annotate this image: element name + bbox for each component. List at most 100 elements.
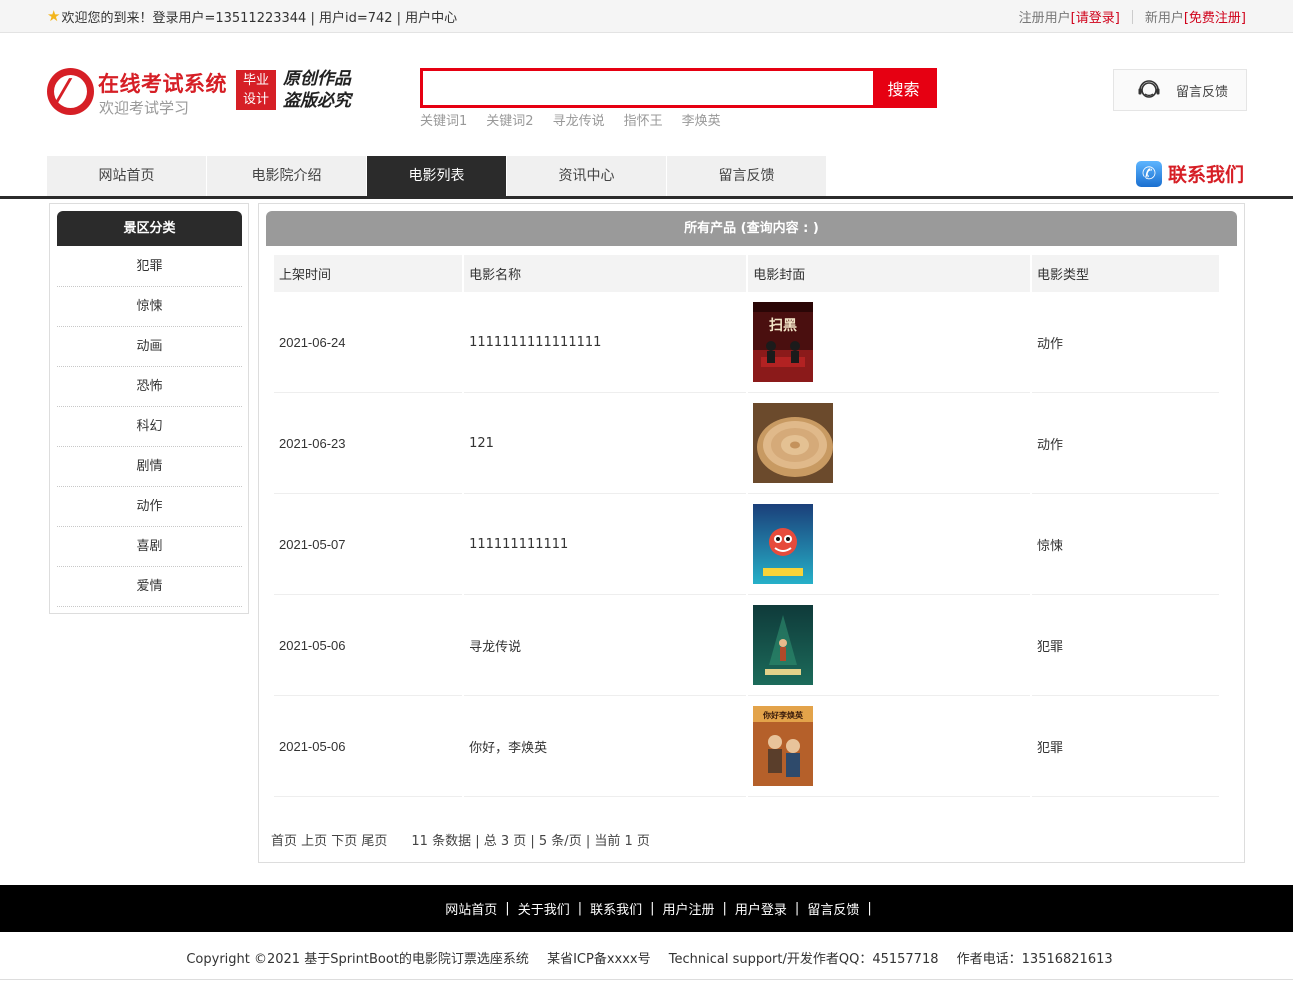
- movie-name[interactable]: 111111111111: [464, 494, 747, 595]
- search-button[interactable]: 搜索: [873, 71, 934, 105]
- movie-type: 犯罪: [1031, 595, 1219, 696]
- release-date: 2021-05-06: [274, 696, 463, 797]
- support-text: Technical support/开发作者QQ：45157718: [668, 952, 939, 967]
- footer-separator: |: [867, 901, 872, 916]
- poster-title-text: 扫黑: [769, 318, 797, 334]
- welcome-message: ★ 欢迎您的到来！登录用户=13511223344 | 用户id=742 | 用…: [47, 7, 457, 27]
- footer-link[interactable]: 关于我们: [510, 899, 578, 918]
- hot-keyword[interactable]: 指怀王: [624, 110, 663, 129]
- logo-subtitle: 欢迎考试学习: [99, 99, 190, 117]
- footer-link[interactable]: 网站首页: [437, 899, 505, 918]
- column-header: 电影名称: [464, 255, 747, 292]
- footer-link[interactable]: 用户登录: [727, 899, 795, 918]
- release-date: 2021-06-24: [274, 292, 463, 393]
- column-header: 电影类型: [1031, 255, 1219, 292]
- nav-item[interactable]: 资讯中心: [507, 156, 667, 196]
- table-row[interactable]: 2021-05-06 你好，李焕英 你好李焕英 犯罪: [274, 696, 1219, 797]
- movie-name[interactable]: 1111111111111111: [464, 292, 747, 393]
- welcome-text[interactable]: 欢迎您的到来！登录用户=13511223344 | 用户id=742 | 用户中…: [61, 7, 457, 26]
- contact-us-link[interactable]: ✆ 联系我们: [1136, 160, 1244, 187]
- table-row[interactable]: 2021-06-23 121 动作: [274, 393, 1219, 494]
- category-item[interactable]: 恐怖: [57, 367, 242, 407]
- footer-link[interactable]: 留言反馈: [799, 899, 867, 918]
- register-label: 注册用户: [1018, 11, 1071, 26]
- sidebar-title: 景区分类: [57, 211, 242, 246]
- pager-links[interactable]: 首页 上页 下页 尾页: [271, 830, 387, 849]
- category-item[interactable]: 动画: [57, 327, 242, 367]
- movie-type: 犯罪: [1031, 696, 1219, 797]
- movie-cover[interactable]: 扫黑: [748, 292, 1030, 393]
- headset-icon: [1138, 80, 1160, 98]
- movie-cover[interactable]: 你好李焕英: [748, 696, 1030, 797]
- panel-title: 所有产品 (查询内容 : ): [266, 211, 1237, 246]
- search-input[interactable]: [423, 71, 873, 105]
- poster-image[interactable]: 你好李焕英: [753, 706, 814, 786]
- table-row[interactable]: 2021-05-06 寻龙传说 犯罪: [274, 595, 1219, 696]
- copyright: Copyright ©2021 基于SprintBoot的电影院订票选座系统 某…: [0, 948, 1293, 967]
- footer-link[interactable]: 用户注册: [655, 899, 723, 918]
- movie-type: 动作: [1031, 292, 1219, 393]
- login-link[interactable]: [请登录]: [1071, 7, 1120, 26]
- divider: [1131, 9, 1133, 24]
- hot-keyword[interactable]: 李焕英: [682, 110, 721, 129]
- new-user-label: 新用户: [1144, 11, 1184, 26]
- category-item[interactable]: 喜剧: [57, 527, 242, 567]
- nav-item[interactable]: 网站首页: [47, 156, 207, 196]
- poster-image[interactable]: 扫黑: [753, 302, 814, 382]
- category-item[interactable]: 爱情: [57, 567, 242, 607]
- nav-item[interactable]: 留言反馈: [667, 156, 827, 196]
- table-row[interactable]: 2021-05-07 111111111111 惊悚: [274, 494, 1219, 595]
- poster-image[interactable]: [753, 403, 834, 483]
- site-logo[interactable]: / 在线考试系统 欢迎考试学习 毕业 设计 原创作品 盗版必究: [47, 68, 362, 117]
- movie-type: 惊悚: [1031, 494, 1219, 595]
- slogan-line-1: 原创作品: [283, 69, 351, 89]
- column-header: 上架时间: [274, 255, 463, 292]
- contact-label: 联系我们: [1168, 164, 1245, 186]
- poster-title-text: 你好李焕英: [762, 710, 804, 720]
- signup-link[interactable]: [免费注册]: [1184, 7, 1246, 26]
- copyright-text: Copyright ©2021 基于SprintBoot的电影院订票选座系统: [186, 952, 529, 967]
- hot-keyword[interactable]: 关键词2: [486, 110, 533, 129]
- footer-link[interactable]: 联系我们: [582, 899, 650, 918]
- movie-cover[interactable]: [748, 595, 1030, 696]
- nav-item[interactable]: 电影院介绍: [207, 156, 367, 196]
- movie-list-panel: 所有产品 (查询内容 : ) 上架时间 电影名称 电影封面 电影类型 2021-06-…: [258, 203, 1245, 863]
- movie-name[interactable]: 121: [464, 393, 747, 494]
- movie-name[interactable]: 寻龙传说: [464, 595, 747, 696]
- nav-item[interactable]: 电影列表: [367, 156, 507, 196]
- hot-keyword[interactable]: 寻龙传说: [553, 110, 605, 129]
- table-row[interactable]: 2021-06-24 1111111111111111 扫黑 动作: [274, 292, 1219, 393]
- badge-line-2: 设计: [242, 92, 269, 107]
- feedback-label: 留言反馈: [1176, 84, 1229, 100]
- slogan-line-2: 盗版必究: [283, 91, 351, 111]
- movie-cover[interactable]: [748, 494, 1030, 595]
- category-sidebar: 景区分类 犯罪 惊悚 动画 恐怖 科幻 剧情 动作 喜剧 爱情: [49, 203, 249, 614]
- pager-summary: 11 条数据 | 总 3 页 | 5 条/页 | 当前 1 页: [411, 834, 650, 849]
- hot-keyword[interactable]: 关键词1: [420, 110, 467, 129]
- movie-name[interactable]: 你好，李焕英: [464, 696, 747, 797]
- logo-mark-icon: /: [47, 68, 94, 115]
- poster-image[interactable]: [753, 605, 814, 685]
- search-box: 搜索: [420, 68, 937, 108]
- release-date: 2021-06-23: [274, 393, 463, 494]
- release-date: 2021-05-07: [274, 494, 463, 595]
- category-item[interactable]: 科幻: [57, 407, 242, 447]
- bottom-divider: [0, 979, 1293, 980]
- poster-image[interactable]: [753, 504, 814, 584]
- category-list: 犯罪 惊悚 动画 恐怖 科幻 剧情 动作 喜剧 爱情: [57, 247, 242, 607]
- category-item[interactable]: 剧情: [57, 447, 242, 487]
- movie-cover[interactable]: [748, 393, 1030, 494]
- phone-icon: ✆: [1136, 160, 1162, 187]
- feedback-button[interactable]: 留言反馈: [1113, 69, 1247, 111]
- movie-table: 上架时间 电影名称 电影封面 电影类型 2021-06-24 1111111111111…: [272, 255, 1221, 797]
- category-item[interactable]: 犯罪: [57, 247, 242, 287]
- phone-text: 作者电话：13516821613: [956, 952, 1113, 967]
- category-item[interactable]: 惊悚: [57, 287, 242, 327]
- column-header: 电影封面: [748, 255, 1030, 292]
- icp-text: 某省ICP备xxxx号: [547, 952, 651, 967]
- category-item[interactable]: 动作: [57, 487, 242, 527]
- logo-title: 在线考试系统: [98, 72, 227, 96]
- pagination: 首页 上页 下页 尾页 11 条数据 | 总 3 页 | 5 条/页 | 当前 …: [271, 830, 650, 849]
- table-header: 上架时间 电影名称 电影封面 电影类型: [274, 255, 1219, 292]
- movie-type: 动作: [1031, 393, 1219, 494]
